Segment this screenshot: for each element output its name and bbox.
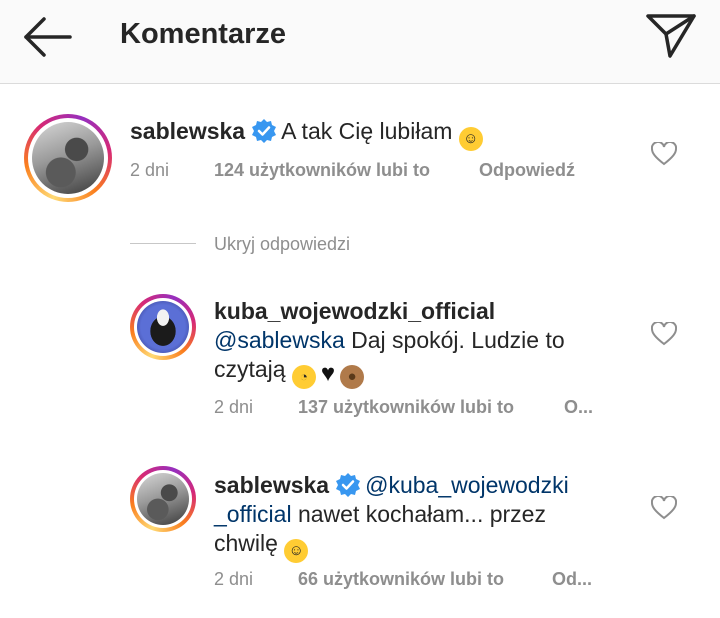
likes-count[interactable]: 137 użytkowników lubi to (298, 397, 514, 418)
comment-time: 2 dni (130, 160, 170, 180)
reply-button[interactable]: Odpowiedź (479, 160, 575, 181)
reply-time: 2 dni (214, 569, 254, 589)
reply-button[interactable]: Od... (552, 569, 592, 590)
mention-link[interactable]: @sablewska (214, 327, 345, 353)
reply-body: Daj spokój. Ludzie to (344, 327, 565, 353)
reply-time: 2 dni (214, 397, 254, 417)
arrow-left-icon (24, 17, 72, 57)
reply-text-line: _official nawet kochałam... przez (214, 500, 546, 529)
reply-button[interactable]: O... (564, 397, 593, 418)
likes-count[interactable]: 66 użytkowników lubi to (298, 569, 504, 590)
likes-count[interactable]: 124 użytkowników lubi to (214, 160, 430, 181)
yum-face-icon: ☺ (284, 539, 309, 563)
comment-text: sablewska A tak Cię lubiłam ☺ (130, 117, 483, 151)
avatar[interactable] (24, 114, 112, 202)
heart-icon[interactable] (651, 322, 677, 346)
reply-text-line: chwilę ☺ (214, 529, 309, 563)
reply-text-line: sablewska @kuba_wojewodzki (214, 471, 569, 500)
heart-icon[interactable] (651, 142, 677, 166)
mention-link-continued[interactable]: _official (214, 501, 292, 527)
avatar[interactable] (130, 466, 196, 532)
profile-photo (32, 122, 104, 194)
black-heart-icon: ♥ (320, 360, 336, 387)
paper-plane-icon (646, 14, 696, 58)
reply-body: chwilę (214, 530, 278, 556)
replies-divider (130, 243, 196, 244)
reply-body: nawet kochałam... przez (291, 501, 546, 527)
verified-badge-icon (336, 473, 361, 497)
reply-body: czytają (214, 356, 286, 382)
top-bar: Komentarze (0, 0, 720, 84)
profile-photo (137, 473, 189, 525)
share-button[interactable] (644, 10, 698, 60)
reply-username-line: kuba_wojewodzki_official (214, 297, 495, 326)
hide-replies-button[interactable]: Ukryj odpowiedzi (214, 234, 350, 255)
yum-face-icon: ☺ (458, 127, 483, 151)
reply-text-line: czytają ◔ ♥ ● (214, 355, 364, 389)
see-no-evil-monkey-icon: ● (339, 365, 364, 389)
back-button[interactable] (18, 14, 78, 60)
reply-text-line: @sablewska Daj spokój. Ludzie to (214, 326, 565, 355)
comment-body: A tak Cię lubiłam (281, 118, 453, 144)
verified-badge-icon (252, 119, 277, 143)
page-title: Komentarze (120, 18, 286, 50)
eye-roll-face-icon: ◔ (291, 365, 316, 389)
reply-username[interactable]: sablewska (214, 472, 329, 498)
comment-meta: 2 dni (130, 160, 169, 181)
avatar[interactable] (130, 294, 196, 360)
comment-username[interactable]: sablewska (130, 118, 245, 144)
profile-photo (137, 301, 189, 353)
mention-link[interactable]: @kuba_wojewodzki (365, 472, 569, 498)
heart-icon[interactable] (651, 496, 677, 520)
reply-username[interactable]: kuba_wojewodzki_official (214, 298, 495, 324)
